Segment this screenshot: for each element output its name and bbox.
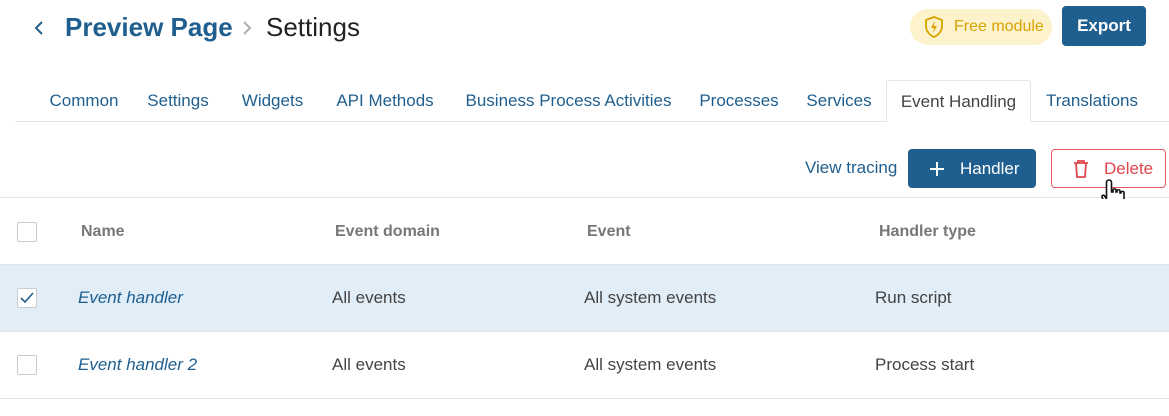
column-header-event[interactable]: Event bbox=[587, 199, 631, 264]
handlers-table: Name Event domain Event Handler type Eve… bbox=[0, 199, 1169, 399]
tab-event-handling[interactable]: Event Handling bbox=[886, 80, 1031, 123]
table-toolbar: View tracing Handler Delete bbox=[0, 130, 1169, 198]
column-header-handler-type[interactable]: Handler type bbox=[879, 199, 976, 264]
tab-settings[interactable]: Settings bbox=[139, 80, 217, 122]
row-checkbox-cell bbox=[17, 332, 37, 398]
tab-api-methods[interactable]: API Methods bbox=[324, 80, 446, 122]
chevron-right-icon bbox=[238, 14, 256, 42]
badge-label: Free module bbox=[954, 18, 1044, 35]
handler-name[interactable]: Event handler bbox=[78, 265, 183, 331]
event-value: All system events bbox=[584, 355, 717, 374]
lightning-shield-icon bbox=[922, 15, 946, 39]
event-domain-value: All events bbox=[332, 288, 406, 307]
select-all-cell bbox=[17, 199, 37, 264]
handler-type-value: Run script bbox=[875, 288, 952, 307]
tab-bar: Common Settings Widgets API Methods Busi… bbox=[15, 80, 1169, 123]
plus-icon bbox=[928, 160, 946, 178]
page-title: Settings bbox=[266, 12, 360, 42]
event-domain-value: All events bbox=[332, 355, 406, 374]
handler-type-value: Process start bbox=[875, 355, 975, 374]
export-button[interactable]: Export bbox=[1062, 6, 1146, 46]
tab-translations[interactable]: Translations bbox=[1037, 80, 1147, 122]
column-header-name[interactable]: Name bbox=[81, 199, 125, 264]
row-checkbox-checked[interactable] bbox=[17, 288, 37, 308]
tab-processes[interactable]: Processes bbox=[691, 80, 787, 122]
add-handler-button[interactable]: Handler bbox=[908, 149, 1036, 188]
event-value: All system events bbox=[584, 288, 717, 307]
table-row[interactable]: Event handler 2 All events All system ev… bbox=[0, 332, 1169, 399]
back-chevron-icon[interactable] bbox=[30, 14, 48, 42]
tab-services[interactable]: Services bbox=[799, 80, 879, 122]
tab-widgets[interactable]: Widgets bbox=[230, 80, 315, 122]
add-handler-label: Handler bbox=[960, 158, 1020, 178]
table-header-row: Name Event domain Event Handler type bbox=[0, 199, 1169, 265]
trash-icon bbox=[1070, 158, 1092, 180]
column-header-event-domain[interactable]: Event domain bbox=[335, 199, 440, 264]
free-module-badge: Free module bbox=[910, 9, 1052, 45]
tab-business-process-activities[interactable]: Business Process Activities bbox=[451, 80, 686, 122]
tab-common[interactable]: Common bbox=[33, 80, 135, 122]
table-row[interactable]: Event handler All events All system even… bbox=[0, 265, 1169, 332]
row-checkbox-cell bbox=[17, 265, 37, 331]
breadcrumb-root[interactable]: Preview Page bbox=[65, 10, 233, 44]
view-tracing-link[interactable]: View tracing bbox=[805, 158, 897, 178]
select-all-checkbox[interactable] bbox=[17, 221, 37, 242]
handler-name[interactable]: Event handler 2 bbox=[78, 332, 197, 398]
delete-label: Delete bbox=[1104, 158, 1154, 178]
row-checkbox[interactable] bbox=[17, 355, 37, 375]
page-header: Preview Page Settings Free module Export bbox=[0, 0, 1169, 60]
checkmark-icon bbox=[20, 292, 34, 304]
